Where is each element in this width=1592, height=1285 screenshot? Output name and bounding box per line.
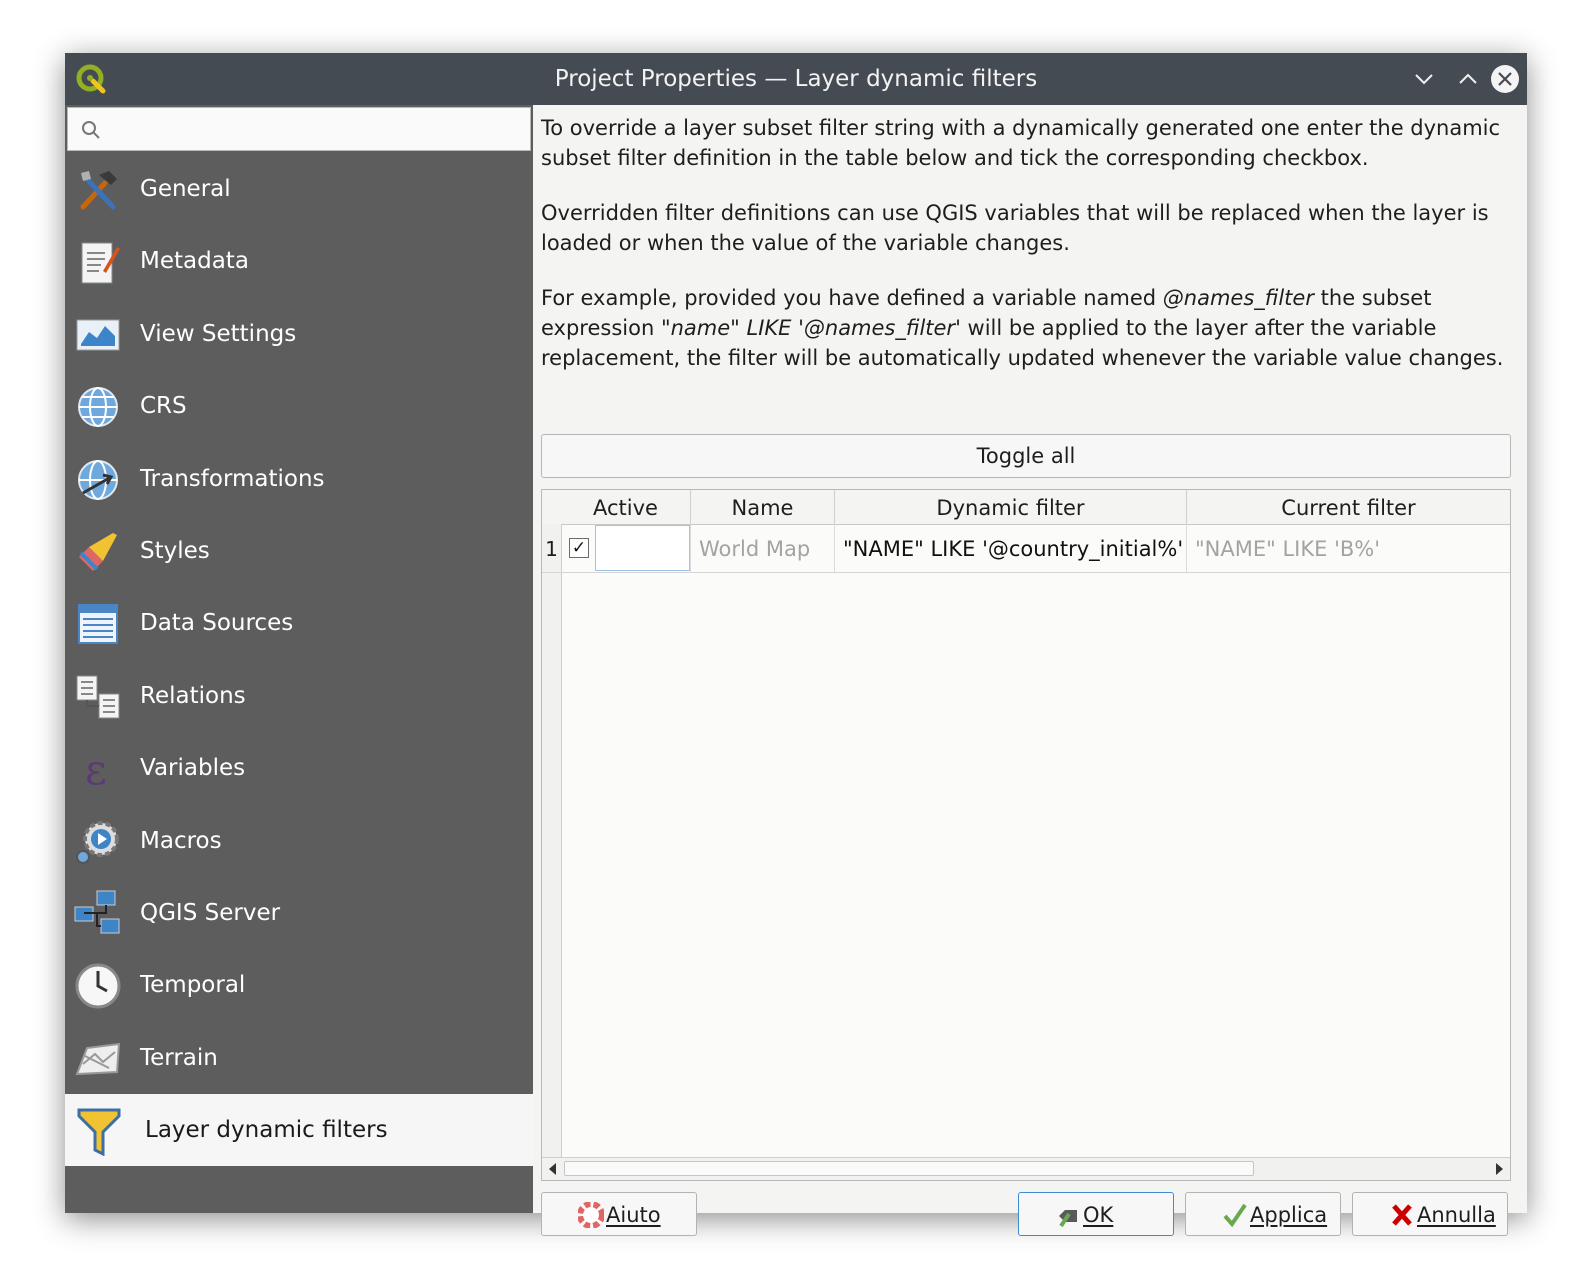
apply-button-label: Applica [1250, 1203, 1328, 1227]
sidebar-item-label: General [140, 176, 231, 202]
sidebar-item-label: Layer dynamic filters [145, 1117, 388, 1144]
window-title: Project Properties — Layer dynamic filte… [554, 66, 1038, 92]
sidebar-nav: General Metadata View Settings CRS Trans… [65, 153, 533, 1167]
sidebar-item-label: CRS [140, 393, 187, 420]
cancel-x-icon [1392, 1204, 1412, 1226]
search-box[interactable] [67, 107, 531, 151]
filters-table: Active Name Dynamic filter Current filte… [541, 489, 1511, 1181]
active-checkbox[interactable]: ✓ [569, 538, 589, 558]
name-cell: World Map [691, 524, 835, 572]
column-header-current-filter[interactable]: Current filter [1187, 490, 1510, 524]
sidebar-item-view-settings[interactable]: View Settings [65, 298, 533, 370]
dynamic-filter-cell[interactable]: "NAME" LIKE '@country_initial%' [835, 524, 1187, 572]
filter-funnel-icon [77, 1108, 121, 1157]
title-bar: Project Properties — Layer dynamic filte… [65, 53, 1527, 105]
table-row[interactable]: ✓ World Map "NAME" LIKE '@country_initia… [561, 524, 1510, 573]
sidebar-item-label: Terrain [140, 1044, 218, 1071]
current-filter-cell: "NAME" LIKE 'B%' [1195, 537, 1380, 561]
column-header-dynamic-filter[interactable]: Dynamic filter [835, 490, 1187, 524]
sidebar-item-macros[interactable]: Macros [65, 805, 533, 877]
terrain-icon [75, 1042, 121, 1075]
globe-icon [78, 387, 118, 428]
description-paragraph-3: For example, provided you have defined a… [541, 283, 1521, 373]
sidebar-item-label: Relations [140, 682, 246, 709]
ok-button[interactable]: OK [1018, 1192, 1174, 1236]
horizontal-scrollbar[interactable] [542, 1157, 1510, 1180]
search-icon [82, 121, 100, 139]
project-properties-dialog: Project Properties — Layer dynamic filte… [65, 53, 1527, 1236]
ok-button-label: OK [1083, 1203, 1114, 1227]
sidebar-item-label: QGIS Server [140, 899, 281, 926]
example-variable: @names_filter [1162, 286, 1314, 310]
column-header-active[interactable]: Active [561, 490, 691, 524]
example-expression: "name" LIKE '@names_filter' [660, 316, 961, 340]
maximize-icon[interactable] [1453, 64, 1483, 94]
metadata-icon [81, 242, 120, 284]
sidebar-item-label: Temporal [140, 972, 246, 999]
sidebar-item-label: View Settings [140, 320, 297, 347]
table-header: Active Name Dynamic filter Current filte… [542, 490, 1510, 525]
scrollbar-thumb[interactable] [564, 1161, 1254, 1176]
sidebar-item-label: Data Sources [140, 610, 294, 637]
search-input[interactable] [112, 114, 526, 146]
clock-icon [75, 963, 121, 1009]
layer-dynamic-filters-panel: To override a layer subset filter string… [533, 105, 1527, 1236]
minimize-icon[interactable] [1409, 64, 1439, 94]
tools-icon [80, 171, 117, 210]
apply-button[interactable]: Applica [1185, 1192, 1341, 1236]
cancel-button[interactable]: Annulla [1352, 1192, 1508, 1236]
sidebar-item-qgis-server[interactable]: QGIS Server [65, 877, 533, 949]
sidebar-item-styles[interactable]: Styles [65, 515, 533, 587]
sidebar-item-label: Styles [140, 537, 210, 564]
scroll-right-icon[interactable] [1496, 1163, 1503, 1175]
close-icon[interactable] [1490, 64, 1520, 94]
map-view-icon [76, 319, 120, 351]
brush-icon [79, 532, 117, 571]
sidebar-item-layer-dynamic-filters[interactable]: Layer dynamic filters [65, 1094, 533, 1167]
checkmark-icon [1223, 1203, 1247, 1228]
description-paragraph-2: Overridden filter definitions can use QG… [541, 201, 1489, 255]
ok-icon [1059, 1210, 1077, 1228]
svg-text:ε: ε [85, 745, 107, 794]
sidebar-item-terrain[interactable]: Terrain [65, 1022, 533, 1094]
network-icon [74, 890, 120, 934]
sidebar-item-crs[interactable]: CRS [65, 370, 533, 442]
column-header-name[interactable]: Name [691, 490, 835, 524]
scroll-left-icon[interactable] [549, 1163, 556, 1175]
sidebar-item-transformations[interactable]: Transformations [65, 443, 533, 515]
relations-icon [76, 675, 120, 719]
sidebar-item-general[interactable]: General [65, 153, 533, 225]
gear-play-icon [76, 820, 119, 864]
sidebar-item-label: Variables [140, 755, 246, 782]
help-icon [578, 1202, 604, 1228]
sidebar-item-label: Metadata [140, 248, 249, 275]
sidebar-item-data-sources[interactable]: Data Sources [65, 587, 533, 659]
description-text: For example, provided you have defined a… [541, 286, 1163, 310]
toggle-all-button[interactable]: Toggle all [541, 434, 1511, 478]
sidebar-item-variables[interactable]: ε Variables [65, 732, 533, 804]
description-paragraph-1: To override a layer subset filter string… [541, 116, 1501, 170]
sidebar-item-temporal[interactable]: Temporal [65, 949, 533, 1021]
sidebar-item-label: Macros [140, 827, 222, 854]
sidebar-item-relations[interactable]: Relations [65, 660, 533, 732]
help-button[interactable]: Aiuto [541, 1192, 697, 1236]
row-number[interactable]: 1 [542, 524, 561, 573]
active-cell[interactable]: ✓ [561, 524, 691, 572]
row-header-column: 1 [542, 524, 562, 1158]
sidebar: General Metadata View Settings CRS Trans… [65, 105, 533, 1213]
active-cell-editor[interactable] [595, 525, 690, 571]
epsilon-icon: ε [85, 745, 107, 794]
help-button-label: Aiuto [606, 1203, 661, 1227]
table-icon [78, 604, 118, 645]
sidebar-item-metadata[interactable]: Metadata [65, 225, 533, 297]
globe-transform-icon [78, 459, 118, 500]
sidebar-item-label: Transformations [140, 465, 325, 492]
cancel-button-label: Annulla [1417, 1203, 1496, 1227]
